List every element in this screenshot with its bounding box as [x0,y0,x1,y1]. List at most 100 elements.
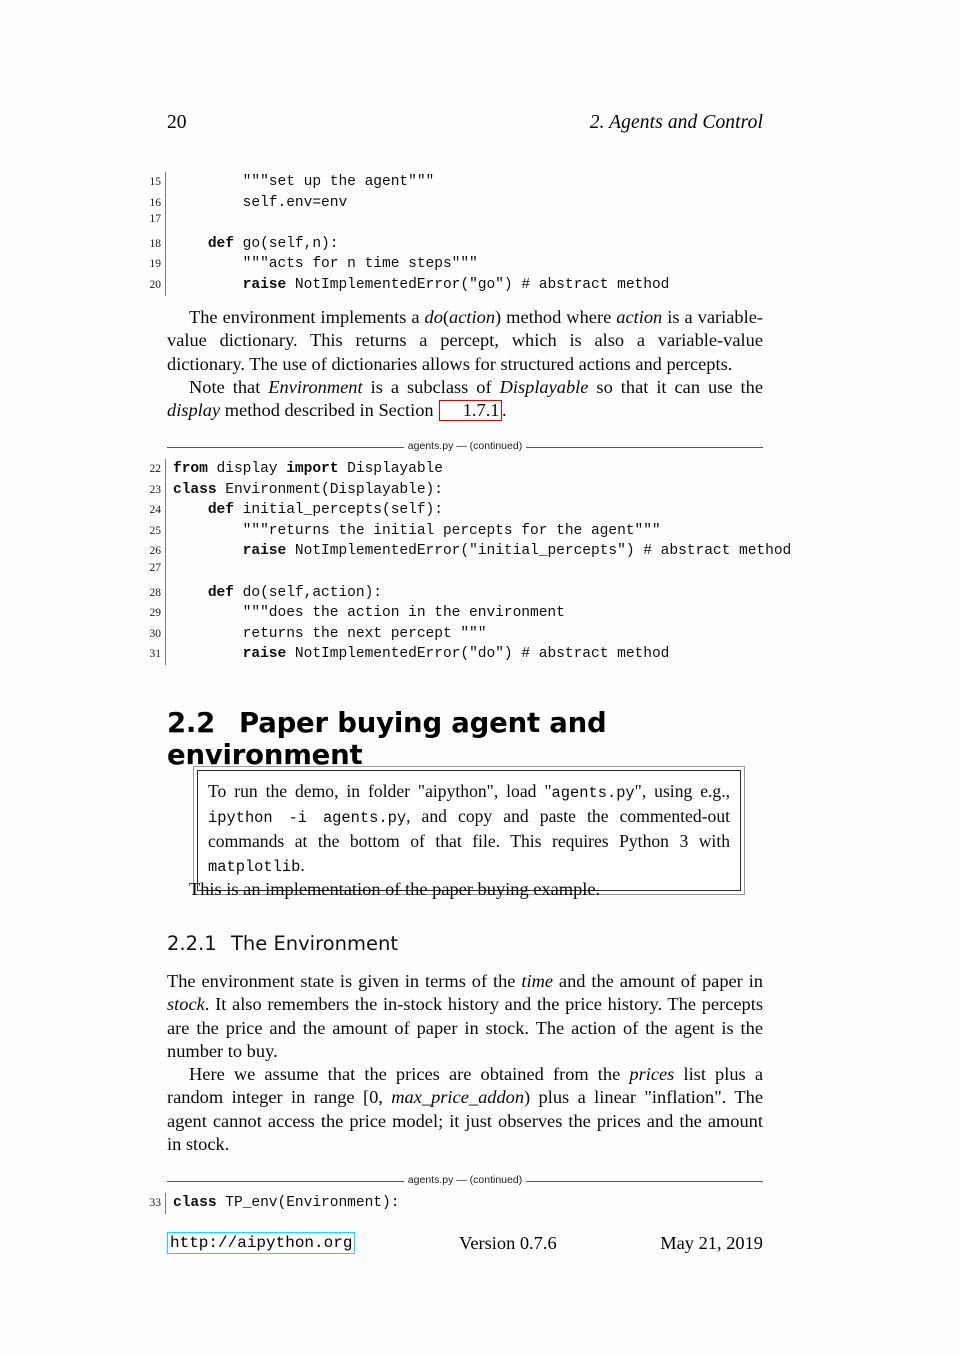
code-line-number: 16 [149,196,162,209]
code-line: 28 def do(self,action): [137,582,767,604]
code-line-number: 19 [149,258,162,271]
code-line-text: def go(self,n): [166,234,339,255]
code-span: """does the action in the environment [173,605,565,622]
code-span: display [207,461,287,477]
date-label: May 21, 2019 [660,1232,763,1253]
aipython-url-link[interactable]: http://aipython.org [167,1232,356,1255]
listing-caption-text: agents.py — (continued) [407,440,523,452]
code-line: 25 """returns the initial percepts for t… [137,520,767,542]
code-span [173,502,208,518]
code-line-text: def initial_percepts(self): [166,500,443,521]
code-line-number: 24 [149,504,162,517]
code-keyword: raise [242,276,287,293]
code-line: 27 [137,561,767,583]
code-line-text: self.env=env [166,193,348,214]
code-span: self.env=env [173,194,348,211]
code-keyword: raise [242,646,287,663]
emphasis-text: prices [629,1064,675,1084]
code-keyword: class [173,1195,217,1211]
text-span: The environment implements a [189,307,425,327]
inline-code: matplotlib [208,857,301,876]
code-line-text: """set up the agent""" [166,172,435,193]
code-listing-top: 15 """set up the agent""" 16 self.env=env… [137,172,767,296]
code-line-number: 17 [149,213,162,226]
text-span: and the amount of paper in [553,971,764,991]
code-keyword: def [207,235,234,252]
code-span: NotImplementedError("go") # abstract met… [286,276,670,293]
code-span [173,646,243,662]
text-span: Here we assume that the prices are obtai… [189,1064,630,1084]
text-span: To run the demo, in folder "aipython", l… [208,781,552,801]
code-line-text: raise NotImplementedError("go") # abstra… [166,275,670,296]
code-line: 18 def go(self,n): [137,233,767,255]
paragraph-prices-model: Here we assume that the prices are obtai… [167,1063,763,1157]
code-line: 17 [137,213,767,234]
emphasis-text: stock [167,994,205,1015]
code-line-number: 31 [149,648,162,661]
page-number: 20 [167,112,187,133]
cross-reference-link[interactable]: 1.7.1 [438,400,502,421]
code-span: Environment(Displayable): [216,481,443,498]
emphasis-text: action [449,307,496,327]
code-line-number: 15 [149,176,162,188]
text-span: method described in Section [220,400,439,421]
code-span [173,585,208,601]
emphasis-text: display [167,400,221,421]
code-keyword: from [173,461,208,477]
paragraph-implementation-note: This is an implementation of the paper b… [167,878,763,901]
subsection-title: The Environment [231,932,398,955]
code-line-text: raise NotImplementedError("initial_perce… [166,541,792,562]
code-line-text: """does the action in the environment [166,603,565,624]
code-line-number: 26 [149,545,162,558]
text-span: so that it can use the [588,377,763,397]
code-line: 33 class TP_env(Environment): [137,1193,767,1214]
text-span: ", using e.g., [634,781,731,801]
text-span: Note that [189,377,269,397]
code-line: 23 class Environment(Displayable): [137,479,767,501]
code-keyword: raise [242,543,287,560]
demo-instruction-box-inner: To run the demo, in folder "aipython", l… [197,770,741,891]
text-span: . It also remembers the in-stock history… [167,994,763,1062]
code-line: 31 raise NotImplementedError("do") # abs… [137,644,767,665]
text-span: This is an implementation of the paper b… [189,879,601,899]
code-line-text: class Environment(Displayable): [166,480,443,501]
rule-right [526,1180,763,1182]
code-line-text: raise NotImplementedError("do") # abstra… [166,644,670,665]
code-line-text: class TP_env(Environment): [166,1193,399,1214]
text-span: is a subclass of [362,377,500,397]
emphasis-text: action [616,307,663,327]
code-line: 20 raise NotImplementedError("go") # abs… [137,274,767,296]
paragraph-environment-do: The environment implements a do(action) … [167,306,763,376]
code-line-number: 23 [149,483,162,496]
code-line: 22 from display import Displayable [137,459,767,480]
code-span [173,277,243,293]
listing-caption-agents-2: agents.py — (continued) [167,1174,763,1187]
inline-code: agents.py [551,784,635,802]
code-span: NotImplementedError("do") # abstract met… [286,646,670,663]
subsection-number: 2.2.1 [167,932,217,955]
code-line-number: 20 [149,278,162,291]
code-span [173,236,208,252]
code-line-number: 29 [149,607,162,620]
code-line-number: 30 [149,627,162,640]
code-listing-tp-env: 33 class TP_env(Environment): [137,1193,767,1214]
code-line-number: 33 [149,1197,162,1209]
rule-left [167,446,404,448]
code-span: """set up the agent""" [173,174,435,190]
code-line: 24 def initial_percepts(self): [137,500,767,521]
text-span: . [502,400,507,421]
subsection-heading-2-2-1: 2.2.1 The Environment [167,932,763,955]
code-line: 19 """acts for n time steps""" [137,254,767,275]
chapter-title: 2. Agents and Control [589,112,763,133]
document-page: 20 2. Agents and Control 15 """set up th… [0,0,960,1357]
code-span: """returns the initial percepts for the … [173,522,661,539]
text-span: ) method where [495,307,617,327]
code-keyword: def [207,584,234,601]
demo-instruction-text: To run the demo, in folder "aipython", l… [208,780,730,879]
listing-caption-agents-1: agents.py — (continued) [167,440,763,453]
rule-left [167,1180,404,1182]
text-span: The environment state is given in terms … [167,971,522,991]
code-line: 16 self.env=env [137,192,767,214]
code-line: 30 returns the next percept """ [137,623,767,645]
code-span: Displayable [338,461,443,477]
